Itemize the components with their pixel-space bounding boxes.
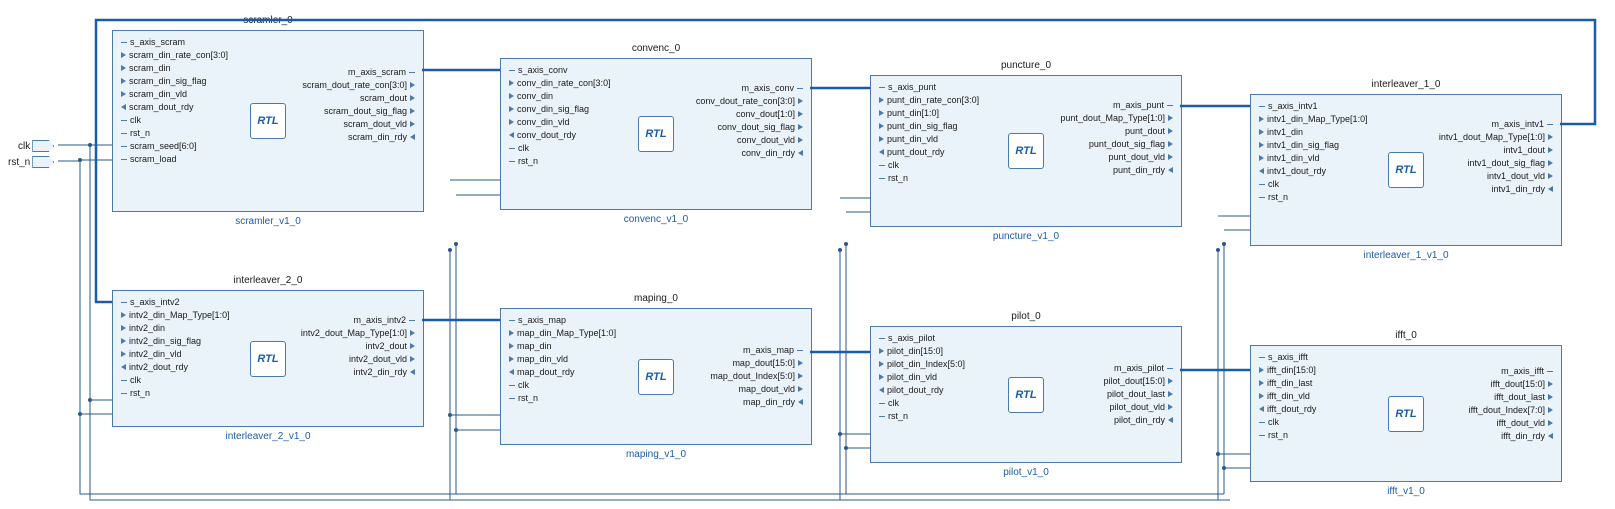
block-title: ifft_0	[1251, 330, 1561, 341]
block-title: scramler_0	[113, 15, 423, 26]
block-footer: interleaver_2_v1_0	[113, 431, 423, 442]
ext-port-label: clk	[18, 141, 30, 152]
ext-port-label: rst_n	[8, 157, 30, 168]
rtl-icon: RTL	[250, 341, 286, 377]
block-puncture: puncture_0 s_axis_punt punt_din_rate_con…	[870, 75, 1182, 227]
rtl-icon: RTL	[638, 359, 674, 395]
ports-right: m_axis_scram scram_dout_rate_con[3:0] sc…	[268, 31, 423, 211]
block-title: interleaver_2_0	[113, 275, 423, 286]
block-diagram: { "external_ports": { "clk": "clk", "rst…	[0, 0, 1615, 509]
block-title: puncture_0	[871, 60, 1181, 71]
block-pilot: pilot_0 s_axis_pilot pilot_din[15:0] pil…	[870, 326, 1182, 463]
block-convenc: convenc_0 s_axis_conv conv_din_rate_con[…	[500, 58, 812, 210]
block-title: convenc_0	[501, 43, 811, 54]
port-shape-icon	[32, 156, 54, 168]
ext-port-rstn: rst_n	[8, 156, 54, 168]
rtl-icon: RTL	[1388, 152, 1424, 188]
rtl-icon: RTL	[250, 103, 286, 139]
ports-left: s_axis_scram scram_din_rate_con[3:0] scr…	[113, 31, 268, 211]
block-title: pilot_0	[871, 311, 1181, 322]
block-footer: pilot_v1_0	[871, 467, 1181, 478]
block-footer: maping_v1_0	[501, 449, 811, 460]
rtl-icon: RTL	[638, 116, 674, 152]
block-footer: puncture_v1_0	[871, 231, 1181, 242]
ext-port-clk: clk	[18, 140, 54, 152]
block-footer: interleaver_1_v1_0	[1251, 250, 1561, 261]
rtl-icon: RTL	[1388, 396, 1424, 432]
block-ifft: ifft_0 s_axis_ifft ifft_din[15:0] ifft_d…	[1250, 345, 1562, 482]
block-maping: maping_0 s_axis_map map_din_Map_Type[1:0…	[500, 308, 812, 445]
block-footer: ifft_v1_0	[1251, 486, 1561, 497]
block-footer: convenc_v1_0	[501, 214, 811, 225]
block-title: maping_0	[501, 293, 811, 304]
block-interleaver2: interleaver_2_0 s_axis_intv2 intv2_din_M…	[112, 290, 424, 427]
block-footer: scramler_v1_0	[113, 216, 423, 227]
block-title: interleaver_1_0	[1251, 79, 1561, 90]
block-interleaver1: interleaver_1_0 s_axis_intv1 intv1_din_M…	[1250, 94, 1562, 246]
port-shape-icon	[32, 140, 54, 152]
block-scrambler: scramler_0 s_axis_scram scram_din_rate_c…	[112, 30, 424, 212]
rtl-icon: RTL	[1008, 377, 1044, 413]
rtl-icon: RTL	[1008, 133, 1044, 169]
